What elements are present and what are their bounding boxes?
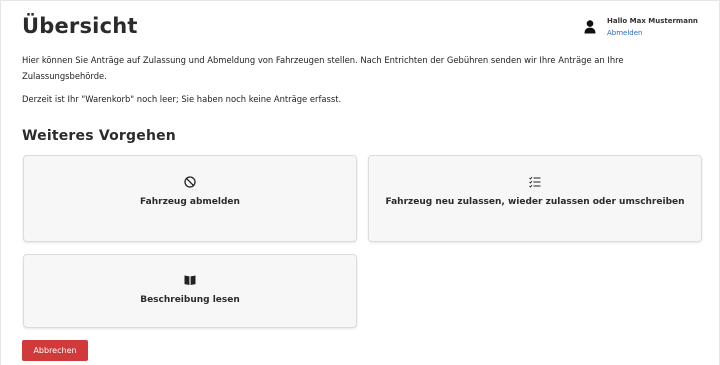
register-vehicle-label: Fahrzeug neu zulassen, wieder zulassen o… xyxy=(385,197,685,207)
cancel-button[interactable]: Abbrechen xyxy=(22,340,88,361)
deregister-vehicle-card[interactable]: Fahrzeug abmelden xyxy=(23,155,357,242)
overview-page: Übersicht Hallo Max Mustermann Abmelden … xyxy=(0,0,720,365)
section-heading-next-steps: Weiteres Vorgehen xyxy=(22,128,176,144)
page-title: Übersicht xyxy=(22,14,138,38)
register-vehicle-card[interactable]: Fahrzeug neu zulassen, wieder zulassen o… xyxy=(368,155,702,242)
ban-icon xyxy=(184,176,196,188)
read-description-label: Beschreibung lesen xyxy=(140,295,240,305)
book-icon xyxy=(184,275,196,285)
intro-text: Hier können Sie Anträge auf Zulassung un… xyxy=(22,55,624,81)
logout-link[interactable]: Abmelden xyxy=(607,29,643,37)
user-greeting: Hallo Max Mustermann xyxy=(607,17,698,25)
user-icon xyxy=(584,20,596,34)
read-description-card[interactable]: Beschreibung lesen xyxy=(23,254,357,328)
cart-status-text: Derzeit ist Ihr "Warenkorb" noch leer; S… xyxy=(22,94,342,104)
user-menu: Hallo Max Mustermann Abmelden xyxy=(584,17,714,41)
checklist-icon xyxy=(529,176,541,188)
deregister-vehicle-label: Fahrzeug abmelden xyxy=(140,197,240,207)
